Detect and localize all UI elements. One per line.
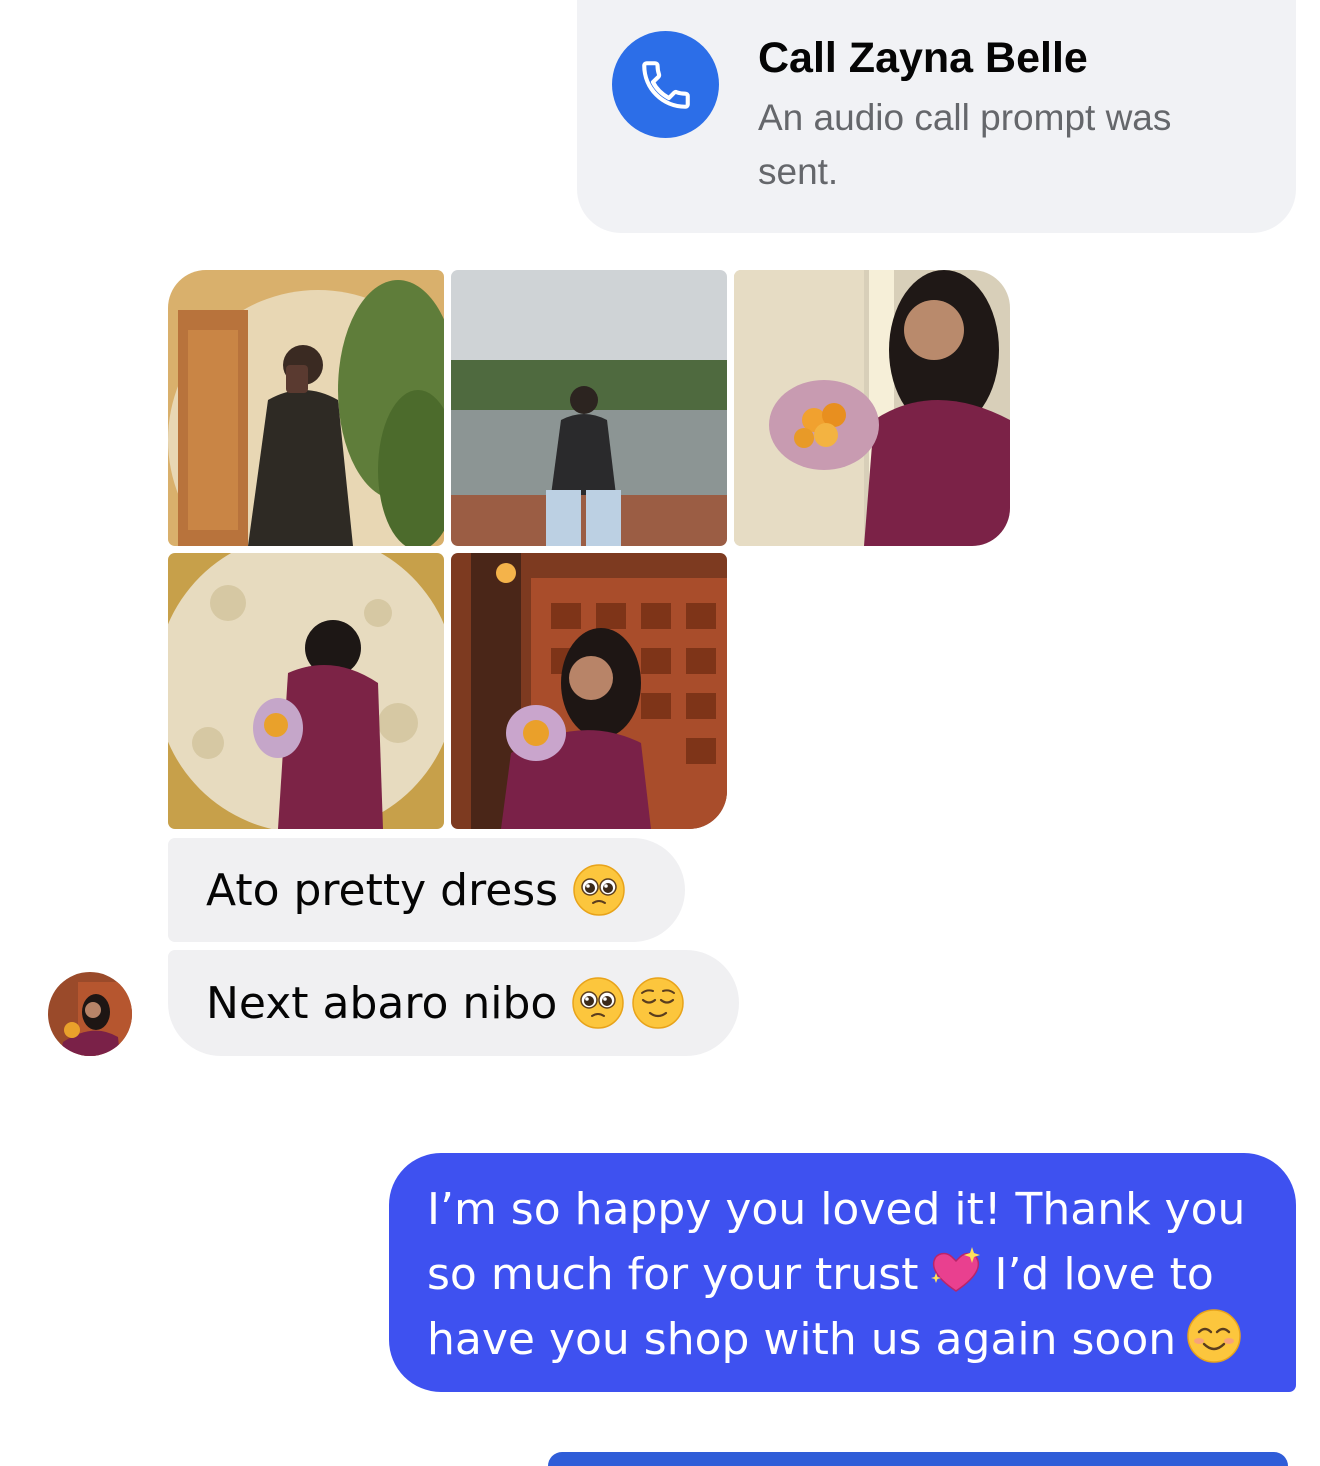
message-text: Next abaro nibo — [206, 977, 558, 1029]
photo-bouquet-portrait[interactable] — [734, 270, 1010, 546]
message-line-3-text: have you shop with us again soon — [427, 1314, 1177, 1365]
relieved-face-icon — [632, 977, 685, 1029]
message-text: Ato pretty dress — [206, 864, 559, 916]
photo-moon-wall[interactable] — [168, 553, 444, 829]
contact-avatar[interactable] — [48, 972, 132, 1056]
message-line-3: have you shop with us again soon — [427, 1307, 1266, 1372]
message-line-2a: so much for your trust — [427, 1249, 919, 1300]
incoming-message[interactable]: Next abaro nibo — [168, 950, 739, 1056]
phone-icon[interactable] — [612, 31, 719, 138]
smiling-face-icon — [1187, 1309, 1241, 1363]
incoming-message[interactable]: Ato pretty dress — [168, 838, 685, 942]
pleading-face-icon — [572, 977, 625, 1029]
message-line-2: so much for your trust I’d love to — [427, 1242, 1266, 1307]
message-line-1: I’m so happy you loved it! Thank you — [427, 1184, 1246, 1235]
outgoing-message[interactable]: I’m so happy you loved it! Thank you so … — [389, 1153, 1296, 1392]
message-line-2b: I’d love to — [994, 1249, 1214, 1300]
photo-wooden-door[interactable] — [451, 553, 727, 829]
sparkling-heart-icon — [931, 1247, 981, 1292]
photo-lakeside[interactable] — [451, 270, 727, 546]
next-message-edge — [548, 1452, 1288, 1466]
call-subtitle: An audio call prompt was sent. — [758, 97, 1172, 192]
pleading-face-icon — [573, 864, 625, 916]
photo-mirror-selfie[interactable] — [168, 270, 444, 546]
call-prompt-card[interactable]: Call Zayna Belle An audio call prompt wa… — [577, 0, 1296, 233]
call-title: Call Zayna Belle — [758, 34, 1088, 82]
